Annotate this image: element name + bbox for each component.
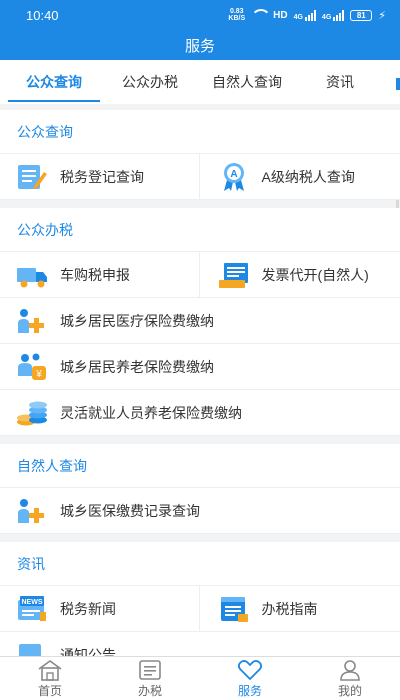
nav-label: 服务 <box>237 683 262 698</box>
battery-icon: 81 <box>350 9 373 21</box>
vehicle-tax-declare-button[interactable]: 车购税申报 <box>0 252 199 297</box>
heart-icon <box>237 659 263 680</box>
section-news: 资讯 NEWS 税务新闻 办税指南 通知公告 <box>0 542 400 656</box>
service-list: 公众查询 税务登记查询 A A级纳税人查询 公众办税 车购税申报 发票代开(自然… <box>0 110 400 656</box>
section-person-query: 自然人查询 城乡医保缴费记录查询 <box>0 444 400 534</box>
svg-text:A: A <box>230 169 237 180</box>
people-money-icon: ¥ <box>18 353 46 380</box>
medical-insurance-pay-button[interactable]: 城乡居民医疗保险费缴纳 <box>0 298 400 344</box>
item-label: A级纳税人查询 <box>261 168 355 185</box>
item-label: 税务新闻 <box>60 600 116 617</box>
section-title: 公众查询 <box>0 110 400 154</box>
status-time: 10:40 <box>26 7 59 23</box>
item-label: 车购税申报 <box>60 266 130 283</box>
nav-home[interactable]: 首页 <box>0 657 100 700</box>
tab-news[interactable]: 资讯 <box>302 60 378 104</box>
invoice-icon <box>218 262 248 288</box>
tab-bar: 公众查询 公众办税 自然人查询 资讯 <box>0 60 400 104</box>
section-public-tax: 公众办税 车购税申报 发票代开(自然人) 城乡居民医疗保险费缴纳 ¥ 城乡居民养… <box>0 208 400 436</box>
register-form-icon <box>18 164 47 189</box>
status-icons: 0.83 KB/S HD 4G 4G 81 ⚡ <box>228 8 386 22</box>
nav-mine[interactable]: 我的 <box>300 657 400 700</box>
tab-public-tax[interactable]: 公众办税 <box>108 60 192 104</box>
section-public-query: 公众查询 税务登记查询 A A级纳税人查询 <box>0 110 400 200</box>
award-badge-icon: A <box>223 162 244 191</box>
guide-window-icon <box>220 596 248 622</box>
nav-label: 首页 <box>37 683 62 698</box>
nav-label: 办税 <box>137 683 162 698</box>
list-icon <box>139 659 161 680</box>
net-speed: 0.83 KB/S <box>228 8 246 22</box>
title-bar: 服务 <box>0 30 400 60</box>
charging-icon: ⚡ <box>378 9 386 22</box>
tax-news-button[interactable]: NEWS 税务新闻 <box>0 586 199 631</box>
wifi-icon <box>251 9 272 21</box>
section-title: 公众办税 <box>0 208 400 252</box>
nav-label: 我的 <box>337 683 362 698</box>
svg-text:¥: ¥ <box>35 369 42 380</box>
item-label: 办税指南 <box>261 600 318 617</box>
bottom-nav: 首页 办税 服务 我的 <box>0 656 400 700</box>
signal-icon: 4G <box>294 9 316 21</box>
section-title: 自然人查询 <box>0 444 400 488</box>
tab-public-query[interactable]: 公众查询 <box>0 60 108 104</box>
svg-text:NEWS: NEWS <box>22 599 43 606</box>
item-label: 税务登记查询 <box>60 168 144 185</box>
tax-guide-button[interactable]: 办税指南 <box>198 586 400 631</box>
tab-overflow-indicator <box>396 78 400 90</box>
item-label: 灵活就业人员养老保险费缴纳 <box>60 404 242 421</box>
item-label: 发票代开(自然人) <box>261 266 369 283</box>
pension-insurance-pay-button[interactable]: ¥ 城乡居民养老保险费缴纳 <box>0 344 400 390</box>
flexible-pension-pay-button[interactable]: 灵活就业人员养老保险费缴纳 <box>0 390 400 436</box>
item-label: 城乡居民医疗保险费缴纳 <box>60 312 214 329</box>
nav-tax[interactable]: 办税 <box>100 657 200 700</box>
signal-icon-2: 4G <box>322 9 345 21</box>
item-label: 通知公告 <box>60 646 116 657</box>
item-label: 城乡居民养老保险费缴纳 <box>60 358 214 375</box>
truck-icon <box>17 267 47 287</box>
item-label: 城乡医保缴费记录查询 <box>60 502 200 519</box>
nav-service[interactable]: 服务 <box>200 657 300 700</box>
person-medical-icon <box>18 498 44 523</box>
medical-payment-record-query-button[interactable]: 城乡医保缴费记录查询 <box>0 488 400 534</box>
page-title: 服务 <box>184 37 215 55</box>
tax-registration-query-button[interactable]: 税务登记查询 <box>0 154 199 199</box>
status-bar: 10:40 0.83 KB/S HD 4G 4G 81 ⚡ <box>0 0 400 30</box>
notice-button[interactable]: 通知公告 <box>0 632 400 656</box>
notice-icon <box>19 643 45 656</box>
hd-indicator: HD <box>273 9 288 21</box>
section-title: 资讯 <box>0 542 400 586</box>
person-medical-icon <box>18 308 44 333</box>
coins-stack-icon <box>17 401 47 425</box>
invoice-issue-button[interactable]: 发票代开(自然人) <box>198 252 400 297</box>
home-icon <box>38 659 62 681</box>
newspaper-icon: NEWS <box>18 595 46 621</box>
user-icon <box>340 659 360 681</box>
a-level-taxpayer-query-button[interactable]: A A级纳税人查询 <box>198 154 400 199</box>
tab-person-query[interactable]: 自然人查询 <box>192 60 302 104</box>
